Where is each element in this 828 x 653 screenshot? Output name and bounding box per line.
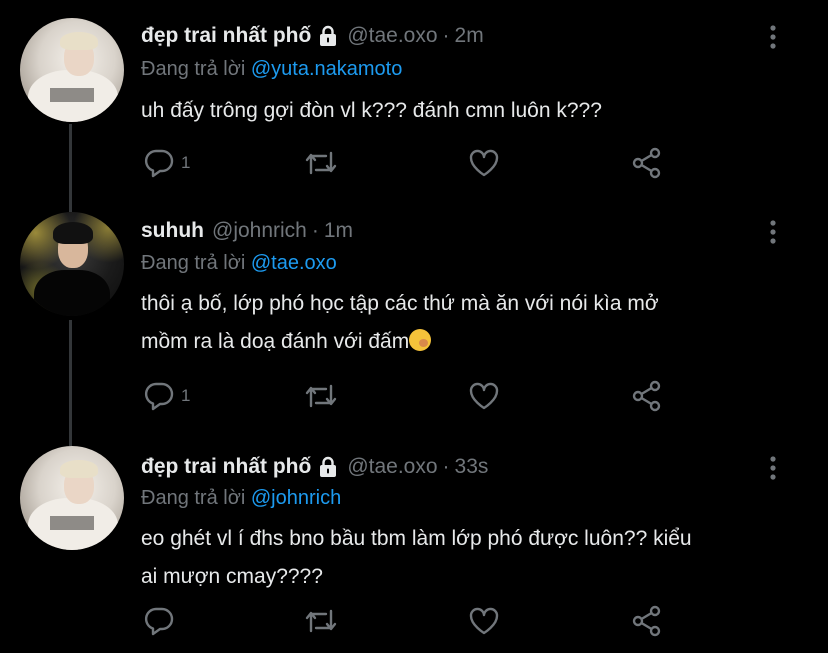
like-button[interactable] [468, 147, 500, 179]
reply-button[interactable] [143, 605, 175, 637]
timestamp[interactable]: 2m [455, 24, 484, 48]
replying-mention[interactable]: @johnrich [251, 487, 341, 509]
reply-button[interactable]: 1 [143, 380, 190, 412]
retweet-button[interactable] [303, 605, 339, 637]
user-handle[interactable]: @tae.oxo [347, 455, 437, 479]
replying-to: Đang trả lời @johnrich [141, 487, 341, 510]
like-icon [469, 382, 499, 410]
like-icon [469, 607, 499, 635]
tweet-text-line: thôi ạ bố, lớp phó học tập các thứ mà ăn… [141, 292, 659, 315]
reply-count: 1 [181, 386, 191, 405]
emoji-kissing-icon [409, 329, 432, 351]
avatar[interactable] [20, 18, 124, 122]
tweet-text: eo ghét vl í đhs bno bầu tbm làm lớp phó… [141, 520, 801, 596]
timestamp[interactable]: 33s [455, 455, 489, 479]
timestamp[interactable]: 1m [324, 219, 353, 243]
retweet-button[interactable] [303, 147, 339, 179]
retweet-icon [305, 609, 337, 633]
avatar[interactable] [20, 446, 124, 550]
user-handle[interactable]: @tae.oxo [347, 24, 437, 48]
reply-icon [144, 382, 174, 411]
share-button[interactable] [631, 380, 663, 412]
share-icon [632, 380, 661, 412]
replying-prefix: Đang trả lời [141, 58, 246, 80]
reply-button[interactable]: 1 [143, 147, 190, 179]
more-icon[interactable] [766, 219, 780, 245]
tweet-text-line: ai mượn cmay???? [141, 565, 323, 588]
retweet-icon [305, 384, 337, 408]
reply-icon [144, 607, 174, 636]
share-button[interactable] [631, 605, 663, 637]
share-icon [632, 605, 661, 637]
action-bar: 1 [141, 147, 701, 181]
action-bar [141, 605, 701, 639]
replying-to: Đang trả lời @yuta.nakamoto [141, 58, 402, 81]
like-icon [469, 149, 499, 177]
replying-prefix: Đang trả lời [141, 252, 246, 274]
share-button[interactable] [631, 147, 663, 179]
reply-icon [144, 149, 174, 178]
tweet-text: thôi ạ bố, lớp phó học tập các thứ mà ăn… [141, 285, 801, 361]
replying-prefix: Đang trả lời [141, 487, 246, 509]
like-button[interactable] [468, 605, 500, 637]
replying-to: Đang trả lời @tae.oxo [141, 252, 337, 275]
like-button[interactable] [468, 380, 500, 412]
display-name[interactable]: đẹp trai nhất phố [141, 455, 311, 479]
tweet-text-span: mồm ra là doạ đánh với đấm [141, 330, 410, 353]
avatar[interactable] [20, 212, 124, 316]
replying-mention[interactable]: @tae.oxo [251, 252, 337, 274]
separator-dot: · [311, 219, 319, 242]
tweet-text-line: mồm ra là doạ đánh với đấm [141, 323, 801, 361]
more-icon[interactable] [766, 24, 780, 50]
replying-mention[interactable]: @yuta.nakamoto [251, 58, 403, 80]
tweet-header: đẹp trai nhất phố @tae.oxo · 33s [141, 455, 488, 479]
tweet-text-line: uh đấy trông gợi đòn vl k??? đánh cmn lu… [141, 99, 602, 122]
tweet-text-line: eo ghét vl í đhs bno bầu tbm làm lớp phó… [141, 527, 692, 550]
retweet-icon [305, 151, 337, 175]
user-handle[interactable]: @johnrich [212, 219, 307, 243]
separator-dot: · [442, 455, 450, 478]
thread-line [69, 124, 72, 212]
reply-count: 1 [181, 153, 191, 172]
tweet-header: suhuh @johnrich · 1m [141, 219, 353, 243]
tweet-header: đẹp trai nhất phố @tae.oxo · 2m [141, 24, 484, 48]
more-icon[interactable] [766, 455, 780, 481]
retweet-button[interactable] [303, 380, 339, 412]
lock-icon [317, 456, 339, 478]
thread-line [69, 320, 72, 446]
lock-icon [317, 25, 339, 47]
display-name[interactable]: đẹp trai nhất phố [141, 24, 311, 48]
action-bar: 1 [141, 380, 701, 414]
share-icon [632, 147, 661, 179]
display-name[interactable]: suhuh [141, 219, 204, 243]
separator-dot: · [442, 24, 450, 47]
tweet-text: uh đấy trông gợi đòn vl k??? đánh cmn lu… [141, 92, 801, 130]
